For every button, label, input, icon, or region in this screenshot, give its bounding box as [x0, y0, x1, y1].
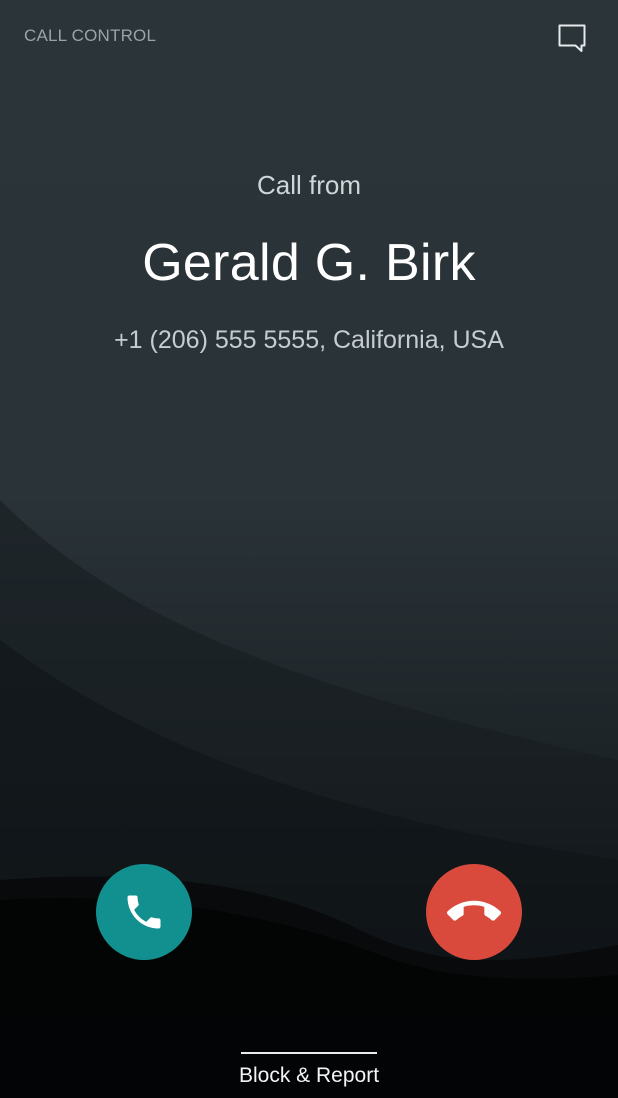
block-report-divider [241, 1052, 377, 1054]
background-waves [0, 500, 618, 1098]
call-control-label: CALL CONTROL [24, 26, 157, 45]
call-from-label: Call from [256, 170, 361, 200]
chat-bubble-icon [558, 24, 586, 52]
incoming-call-screen: CALL CONTROL Call from Gerald G. Birk +1… [0, 0, 618, 1098]
block-report-label: Block & Report [238, 1064, 380, 1087]
caller-number-location: +1 (206) 555 5555, California, USA [114, 326, 504, 354]
block-report-button[interactable]: Block & Report [0, 1052, 618, 1088]
message-button[interactable] [552, 18, 592, 58]
caller-name: Gerald G. Birk [142, 234, 476, 292]
hang-up-icon [447, 900, 501, 921]
decline-call-button[interactable] [426, 864, 522, 960]
phone-icon [127, 895, 161, 929]
answer-call-button[interactable] [96, 864, 192, 960]
